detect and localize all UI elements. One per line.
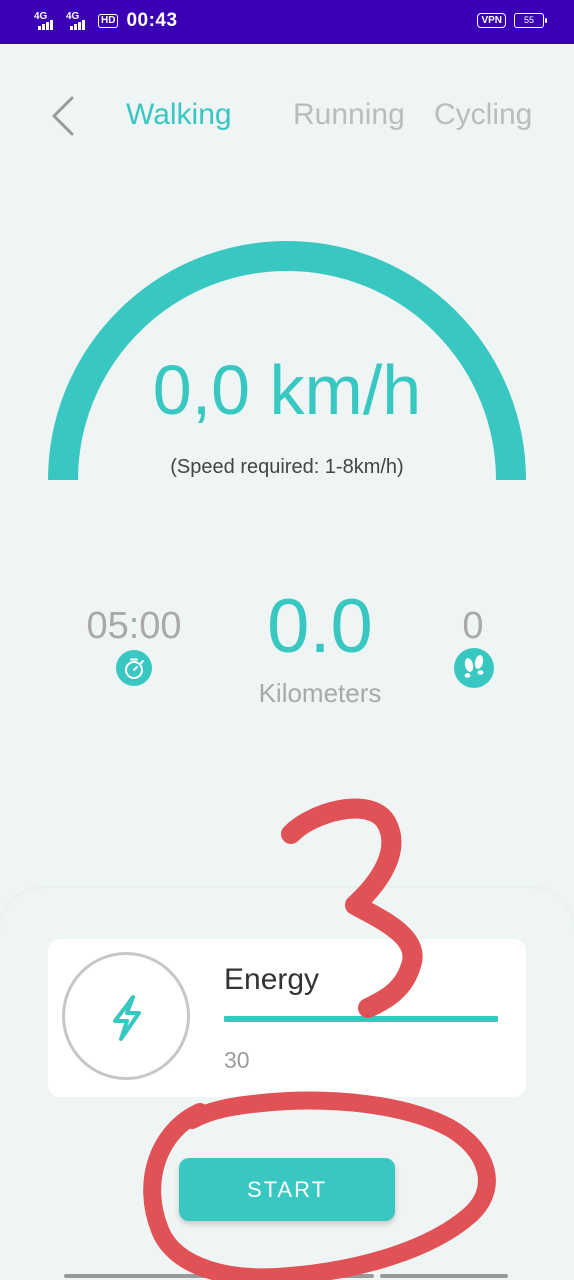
duration-value: 05:00 — [86, 605, 182, 647]
battery-icon: 55 — [514, 13, 547, 28]
nav-bar-line-right — [380, 1274, 508, 1278]
speed-value: 0,0 km/h — [152, 351, 422, 429]
tab-running[interactable]: Running — [293, 98, 405, 132]
distance-value: 0.0 — [267, 584, 373, 669]
vpn-badge: VPN — [477, 13, 506, 28]
status-bar: 4G 4G HD 00:43 VPN 55 — [0, 0, 574, 44]
energy-card: Energy 30 — [48, 939, 526, 1097]
tab-walking[interactable]: Walking — [126, 98, 232, 132]
chevron-left-icon — [52, 96, 74, 136]
signal-icon-2: 4G — [66, 12, 92, 30]
tab-cycling[interactable]: Cycling — [434, 98, 532, 132]
distance-label: Kilometers — [258, 678, 382, 708]
status-left: 4G 4G HD 00:43 — [34, 10, 178, 32]
hd-badge: HD — [98, 14, 119, 28]
footprints-icon — [454, 648, 494, 688]
signal-icon-1: 4G — [34, 12, 60, 30]
steps-value: 0 — [462, 605, 484, 647]
energy-icon-circle — [62, 952, 190, 1080]
energy-progress-bar — [224, 1016, 498, 1022]
speed-requirement: (Speed required: 1-8km/h) — [170, 456, 404, 478]
nav-bar-line-left — [64, 1274, 374, 1278]
speed-gauge — [48, 241, 526, 481]
start-button[interactable]: START — [179, 1158, 395, 1221]
stopwatch-icon — [116, 650, 152, 686]
energy-title: Energy — [224, 963, 320, 996]
status-right: VPN 55 — [477, 13, 547, 28]
status-time: 00:43 — [126, 10, 178, 31]
energy-value: 30 — [224, 1047, 250, 1073]
back-button[interactable] — [48, 94, 78, 138]
lightning-bolt-icon — [113, 995, 141, 1041]
